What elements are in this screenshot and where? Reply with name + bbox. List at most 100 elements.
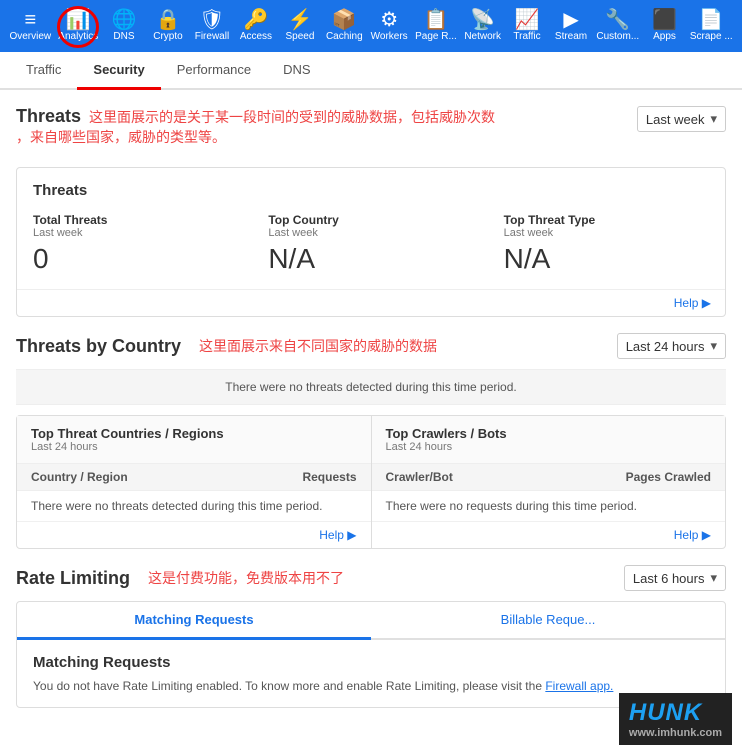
nav-label-dns: DNS	[113, 31, 134, 42]
threats-by-country-dropdown[interactable]: Last 24 hours	[617, 333, 726, 359]
nav-label-speed: Speed	[285, 31, 314, 42]
threats-annotation-1: 这里面展示的是关于某一段时间的受到的威胁数据，包括威胁次数	[89, 107, 637, 127]
nav-item-traffic[interactable]: 📈 Traffic	[505, 4, 549, 48]
firewall-app-link[interactable]: Firewall app.	[545, 679, 613, 693]
rate-limiting-tabs: Matching Requests Billable Reque...	[17, 602, 725, 640]
stat-top-threat-type-period: Last week	[504, 227, 709, 239]
nav-label-scrape: Scrape ...	[690, 31, 733, 42]
threats-section-header: Threats 这里面展示的是关于某一段时间的受到的威胁数据，包括威胁次数 ，来…	[16, 106, 726, 157]
stat-top-country: Top Country Last week N/A	[268, 213, 473, 275]
threats-by-country-annotation: 这里面展示来自不同国家的威胁的数据	[199, 336, 437, 356]
rate-limiting-dropdown[interactable]: Last 6 hours	[624, 565, 726, 591]
tab-traffic[interactable]: Traffic	[10, 52, 77, 90]
threats-annotation-2: ，来自哪些国家，威胁的类型等。	[16, 127, 637, 147]
rate-limiting-title-group: Rate Limiting 这是付费功能，免费版本用不了	[16, 568, 344, 589]
watermark: HUNK www.imhunk.com	[619, 693, 732, 745]
threats-period-dropdown[interactable]: Last week	[637, 106, 726, 132]
nav-item-dns[interactable]: 🌐 DNS	[102, 4, 146, 48]
threats-help-link[interactable]: Help ▶	[17, 289, 725, 316]
nav-item-scrape[interactable]: 📄 Scrape ...	[687, 4, 737, 48]
col-pages-crawled-label: Pages Crawled	[626, 470, 711, 484]
nav-label-workers: Workers	[371, 31, 408, 42]
nav-item-stream[interactable]: ▶ Stream	[549, 4, 593, 48]
stat-total-threats-label: Total Threats	[33, 213, 238, 227]
nav-item-access[interactable]: 🔑 Access	[234, 4, 278, 48]
second-navigation: Traffic Security Performance DNS	[0, 52, 742, 90]
nav-label-traffic: Traffic	[513, 31, 540, 42]
threats-alert-bar: There were no threats detected during th…	[16, 369, 726, 405]
nav-label-network: Network	[464, 31, 501, 42]
stat-top-country-label: Top Country	[268, 213, 473, 227]
watermark-url: www.imhunk.com	[629, 727, 722, 739]
threats-title: Threats	[16, 106, 81, 127]
stat-top-threat-type-label: Top Threat Type	[504, 213, 709, 227]
top-threat-countries-table-header: Country / Region Requests	[17, 464, 371, 491]
top-threat-countries-panel: Top Threat Countries / Regions Last 24 h…	[17, 416, 372, 548]
top-threat-countries-header: Top Threat Countries / Regions Last 24 h…	[17, 416, 371, 464]
stat-top-threat-type: Top Threat Type Last week N/A	[504, 213, 709, 275]
top-threat-countries-title: Top Threat Countries / Regions	[31, 426, 357, 441]
caching-icon: 📦	[332, 10, 357, 30]
nav-item-apps[interactable]: ⬛ Apps	[643, 4, 687, 48]
threats-card-title: Threats	[33, 182, 709, 199]
nav-item-caching[interactable]: 📦 Caching	[322, 4, 367, 48]
threats-by-country-title: Threats by Country	[16, 336, 181, 357]
nav-item-workers[interactable]: ⚙ Workers	[367, 4, 412, 48]
col-crawler-bot-label: Crawler/Bot	[386, 470, 453, 484]
nav-item-analytics[interactable]: 📊 Analytics	[55, 4, 102, 48]
tab-performance[interactable]: Performance	[161, 52, 267, 90]
threats-by-country-header: Threats by Country 这里面展示来自不同国家的威胁的数据 Las…	[16, 333, 726, 359]
traffic-icon: 📈	[515, 10, 540, 30]
speed-icon: ⚡	[287, 10, 312, 30]
top-crawlers-empty: There were no requests during this time …	[372, 491, 726, 522]
threats-title-row: Threats 这里面展示的是关于某一段时间的受到的威胁数据，包括威胁次数	[16, 106, 637, 127]
rate-limiting-title: Rate Limiting	[16, 568, 130, 589]
nav-item-speed[interactable]: ⚡ Speed	[278, 4, 322, 48]
nav-item-firewall[interactable]: 🛡 Firewall	[190, 4, 234, 48]
tab-dns[interactable]: DNS	[267, 52, 326, 90]
crypto-icon: 🔒	[155, 10, 180, 30]
nav-item-crypto[interactable]: 🔒 Crypto	[146, 4, 190, 48]
nav-label-crypto: Crypto	[153, 31, 182, 42]
tab-matching-requests[interactable]: Matching Requests	[17, 602, 371, 640]
nav-label-apps: Apps	[653, 31, 676, 42]
nav-item-network[interactable]: 📡 Network	[460, 4, 505, 48]
rate-limiting-annotation: 这是付费功能，免费版本用不了	[148, 568, 344, 588]
dns-icon: 🌐	[111, 10, 136, 30]
nav-item-custom[interactable]: 🔧 Custom...	[593, 4, 643, 48]
analytics-icon: 📊	[66, 10, 91, 30]
top-threat-countries-help[interactable]: Help ▶	[17, 522, 371, 548]
stat-total-threats-period: Last week	[33, 227, 238, 239]
nav-label-firewall: Firewall	[195, 31, 229, 42]
top-threat-countries-period: Last 24 hours	[31, 441, 357, 453]
threats-stats-row: Total Threats Last week 0 Top Country La…	[33, 213, 709, 275]
threats-annotation-wrap: Threats 这里面展示的是关于某一段时间的受到的威胁数据，包括威胁次数 ，来…	[16, 106, 637, 157]
threats-by-country-title-group: Threats by Country 这里面展示来自不同国家的威胁的数据	[16, 336, 437, 357]
top-crawlers-table-header: Crawler/Bot Pages Crawled	[372, 464, 726, 491]
rate-limiting-card-text: You do not have Rate Limiting enabled. T…	[33, 679, 709, 693]
stat-total-threats: Total Threats Last week 0	[33, 213, 238, 275]
rate-limiting-card: Matching Requests Billable Reque... Matc…	[16, 601, 726, 708]
nav-label-stream: Stream	[555, 31, 587, 42]
col-country-region-label: Country / Region	[31, 470, 128, 484]
watermark-brand: HUNK	[629, 699, 722, 727]
top-crawlers-header: Top Crawlers / Bots Last 24 hours	[372, 416, 726, 464]
top-crawlers-help[interactable]: Help ▶	[372, 522, 726, 548]
firewall-icon: 🛡	[199, 10, 224, 30]
nav-item-pagerules[interactable]: 📋 Page R...	[412, 4, 461, 48]
top-crawlers-panel: Top Crawlers / Bots Last 24 hours Crawle…	[372, 416, 726, 548]
threats-card: Threats Total Threats Last week 0 Top Co…	[16, 167, 726, 317]
workers-icon: ⚙	[380, 10, 398, 30]
pagerules-icon: 📋	[424, 10, 449, 30]
nav-item-overview[interactable]: ≡ Overview	[6, 4, 55, 48]
custom-icon: 🔧	[605, 10, 630, 30]
stat-top-country-period: Last week	[268, 227, 473, 239]
network-icon: 📡	[470, 10, 495, 30]
stat-top-country-value: N/A	[268, 243, 473, 275]
tab-security[interactable]: Security	[77, 52, 160, 90]
threats-by-country-panels: Top Threat Countries / Regions Last 24 h…	[16, 415, 726, 549]
stat-top-threat-type-value: N/A	[504, 243, 709, 275]
apps-icon: ⬛	[652, 10, 677, 30]
tab-billable-requests[interactable]: Billable Reque...	[371, 602, 725, 640]
threats-card-inner: Threats Total Threats Last week 0 Top Co…	[17, 168, 725, 289]
